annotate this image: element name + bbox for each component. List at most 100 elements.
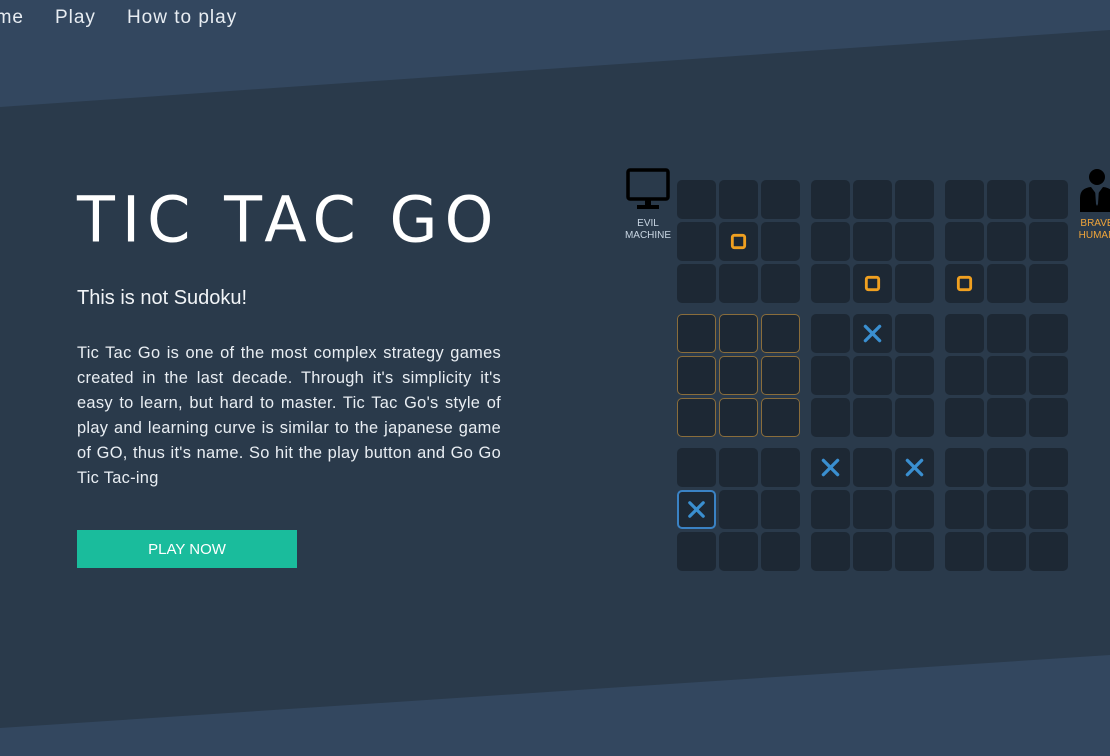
page-title: TIC TAC GO [77,182,501,257]
nav-item-how-to-play[interactable]: How to play [127,7,237,29]
board-cell[interactable] [895,490,934,529]
board-cell[interactable] [987,264,1026,303]
play-now-button[interactable]: PLAY NOW [77,530,297,568]
board-cell[interactable] [1029,264,1068,303]
board-cell[interactable] [1029,180,1068,219]
board-cell[interactable] [895,222,934,261]
board-cell[interactable] [895,264,934,303]
board-cell[interactable] [719,448,758,487]
player-brave-label-1: BRAVE [1080,218,1110,229]
top-nav: ome Play How to play [0,7,237,29]
board-cell[interactable] [987,314,1026,353]
board-cell[interactable] [895,448,934,487]
board-cell[interactable] [945,264,984,303]
board-cell[interactable] [811,490,850,529]
board-cell[interactable] [853,356,892,395]
board-cell[interactable] [677,448,716,487]
board-cell[interactable] [719,532,758,571]
board-cell[interactable] [853,264,892,303]
board-cell[interactable] [761,314,800,353]
board-cell[interactable] [677,180,716,219]
board-cell[interactable] [719,264,758,303]
board-cell[interactable] [761,180,800,219]
board-cell[interactable] [945,222,984,261]
board-cell[interactable] [719,314,758,353]
board-cell[interactable] [811,448,850,487]
x-mark-icon [821,458,840,477]
board-cell[interactable] [1029,448,1068,487]
nav-item-home[interactable]: ome [0,7,24,29]
board-cell[interactable] [761,490,800,529]
board-cell[interactable] [719,398,758,437]
board-cell[interactable] [987,222,1026,261]
board-cell[interactable] [945,356,984,395]
player-brave-human: BRAVE HUMAN [1072,168,1110,242]
board-cell[interactable] [677,490,716,529]
board-cell[interactable] [987,180,1026,219]
x-mark-icon [863,324,882,343]
board-cell[interactable] [853,398,892,437]
board-cell[interactable] [853,222,892,261]
board-cell[interactable] [677,532,716,571]
board-cell[interactable] [677,398,716,437]
player-evil-machine: EVIL MACHINE [620,168,676,242]
board-cell[interactable] [945,180,984,219]
board-cell[interactable] [945,314,984,353]
board-cell[interactable] [895,180,934,219]
board-cell[interactable] [761,264,800,303]
board-cell[interactable] [853,490,892,529]
board-cell[interactable] [895,532,934,571]
board-cell[interactable] [719,222,758,261]
board-cell[interactable] [853,314,892,353]
board-cell[interactable] [987,490,1026,529]
board-cell[interactable] [987,356,1026,395]
board-cell[interactable] [761,448,800,487]
board-cell[interactable] [1029,532,1068,571]
board-cell[interactable] [677,222,716,261]
game-description: Tic Tac Go is one of the most complex st… [77,344,501,487]
board-cell[interactable] [761,222,800,261]
board-cell[interactable] [987,532,1026,571]
board-cell[interactable] [853,532,892,571]
board-cell[interactable] [945,398,984,437]
o-mark-icon [730,233,747,250]
page-subtitle: This is not Sudoku! [77,287,248,309]
board-cell[interactable] [811,180,850,219]
board-cell[interactable] [761,356,800,395]
o-mark-icon [956,275,973,292]
board-cell[interactable] [987,448,1026,487]
board-cell[interactable] [811,532,850,571]
board-cell[interactable] [677,314,716,353]
board-cell[interactable] [719,180,758,219]
board-cell[interactable] [811,398,850,437]
board-cell[interactable] [811,222,850,261]
board-cell[interactable] [853,448,892,487]
player-evil-label-2: MACHINE [624,230,672,241]
nav-item-play[interactable]: Play [55,7,96,29]
board-cell[interactable] [719,356,758,395]
board-cell[interactable] [719,490,758,529]
board-cell[interactable] [895,314,934,353]
board-cell[interactable] [1029,314,1068,353]
board-cell[interactable] [811,314,850,353]
board-cell[interactable] [811,264,850,303]
board-cell[interactable] [945,448,984,487]
board-cell[interactable] [853,180,892,219]
board-cell[interactable] [1029,356,1068,395]
board-cell[interactable] [987,398,1026,437]
board-cell[interactable] [761,398,800,437]
board-cell[interactable] [945,490,984,529]
game-board [677,180,1071,574]
board-cell[interactable] [677,356,716,395]
monitor-icon [626,168,670,209]
board-cell[interactable] [1029,490,1068,529]
board-cell[interactable] [895,356,934,395]
board-cell[interactable] [1029,398,1068,437]
board-cell[interactable] [811,356,850,395]
o-mark-icon [864,275,881,292]
board-cell[interactable] [945,532,984,571]
board-cell[interactable] [761,532,800,571]
board-cell[interactable] [677,264,716,303]
board-cell[interactable] [895,398,934,437]
board-cell[interactable] [1029,222,1068,261]
